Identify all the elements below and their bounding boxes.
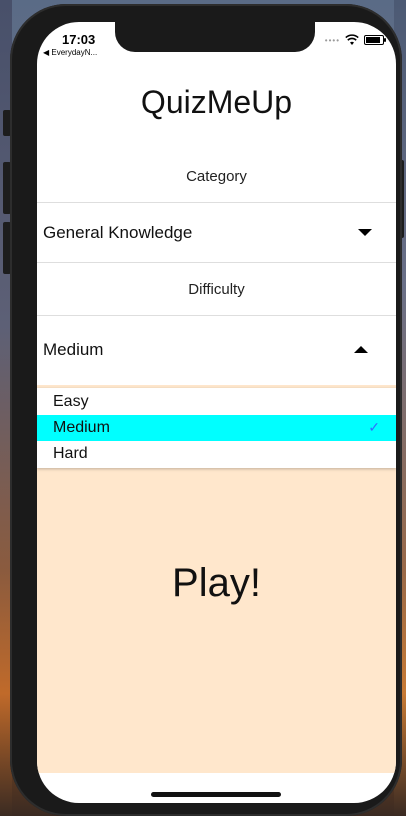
app-title: QuizMeUp	[140, 84, 293, 120]
notch	[115, 22, 315, 52]
difficulty-option-hard[interactable]: Hard	[37, 441, 396, 467]
wifi-icon	[345, 34, 359, 45]
category-dropdown[interactable]: General Knowledge	[37, 203, 396, 261]
difficulty-label: Difficulty	[188, 281, 245, 298]
difficulty-option-easy[interactable]: Easy	[37, 389, 396, 415]
category-selected-value: General Knowledge	[43, 223, 193, 242]
difficulty-selected-value: Medium	[43, 340, 104, 359]
phone-frame: 17:03 ◀ EverydayN... •••• QuizMeUp Categ…	[10, 4, 402, 816]
dropdown-arrow-up-icon	[354, 346, 368, 353]
play-button-label: Play!	[172, 561, 261, 605]
signal-icon: ••••	[324, 35, 340, 45]
difficulty-options-menu: Easy Medium ✓ Hard	[37, 388, 396, 468]
divider	[37, 315, 396, 316]
screen: 17:03 ◀ EverydayN... •••• QuizMeUp Categ…	[37, 22, 396, 803]
back-to-app-link[interactable]: ◀ EverydayN...	[43, 48, 97, 57]
checkmark-icon: ✓	[368, 419, 380, 435]
option-label: Medium	[53, 419, 110, 436]
difficulty-dropdown[interactable]: Medium	[37, 320, 396, 378]
dropdown-arrow-down-icon	[358, 229, 372, 236]
option-label: Hard	[53, 445, 88, 462]
home-indicator[interactable]	[151, 792, 281, 797]
difficulty-option-medium[interactable]: Medium ✓	[37, 415, 396, 441]
status-time: 17:03	[62, 32, 96, 47]
category-label: Category	[186, 168, 247, 185]
divider	[37, 262, 396, 263]
status-icons: ••••	[324, 34, 386, 46]
battery-icon	[364, 35, 386, 45]
option-label: Easy	[53, 393, 89, 410]
